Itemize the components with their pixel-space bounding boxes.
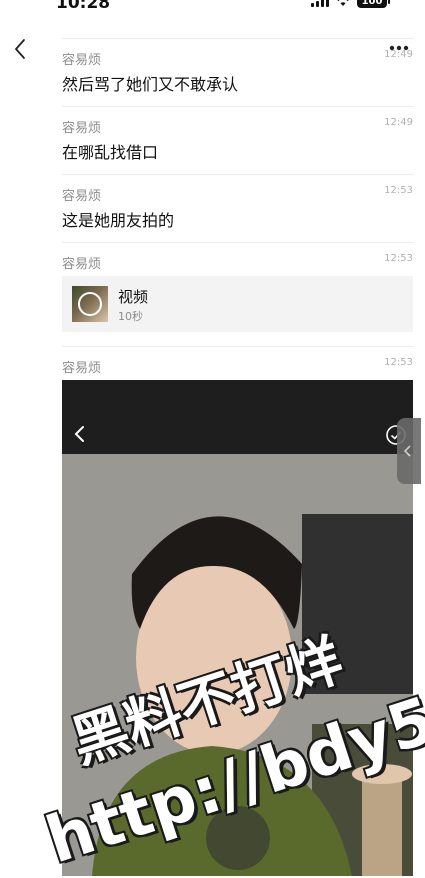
message-text[interactable]: 在哪乱找借口: [62, 139, 158, 163]
message-sender: 容易烦: [62, 189, 102, 204]
back-button[interactable]: [8, 36, 32, 62]
video-thumbnail: [72, 286, 108, 322]
chevron-left-small-icon: [403, 445, 411, 457]
wifi-icon: [337, 0, 349, 6]
image-back-icon: [74, 426, 84, 442]
message-text[interactable]: 这是她朋友拍的: [62, 207, 174, 231]
message-item: 容易烦 12:53 这是她朋友拍的: [62, 174, 413, 243]
message-text[interactable]: 然后骂了她们又不敢承认: [62, 71, 238, 95]
message-time: 12:53: [384, 185, 413, 196]
message-time: 12:53: [384, 357, 413, 368]
status-icons: 100: [311, 0, 390, 8]
battery-icon: 100: [357, 0, 390, 8]
battery-level: 100: [361, 0, 383, 7]
message-sender: 容易烦: [62, 361, 102, 376]
message-sender: 容易烦: [62, 121, 102, 136]
video-title: 视频: [118, 288, 149, 306]
video-duration: 10秒: [118, 310, 143, 323]
play-circle-icon: [78, 292, 102, 316]
message-sender: 容易烦: [62, 53, 102, 68]
video-message-card[interactable]: 视频 10秒: [62, 276, 413, 332]
status-bar: 10:28 100: [0, 0, 425, 22]
message-item: 容易烦 12:49 然后骂了她们又不敢承认: [62, 38, 413, 107]
message-sender: 容易烦: [62, 257, 102, 272]
message-item: 容易烦 12:49 在哪乱找借口: [62, 106, 413, 175]
image-top-bar: [62, 380, 413, 454]
side-drawer-handle[interactable]: [397, 418, 421, 484]
message-time: 12:49: [384, 117, 413, 128]
message-time: 12:53: [384, 253, 413, 264]
chevron-left-icon: [15, 39, 25, 59]
signal-icon: [311, 0, 329, 7]
message-item: 容易烦 12:53: [62, 346, 413, 381]
status-time: 10:28: [56, 0, 111, 13]
message-time: 12:49: [384, 49, 413, 60]
